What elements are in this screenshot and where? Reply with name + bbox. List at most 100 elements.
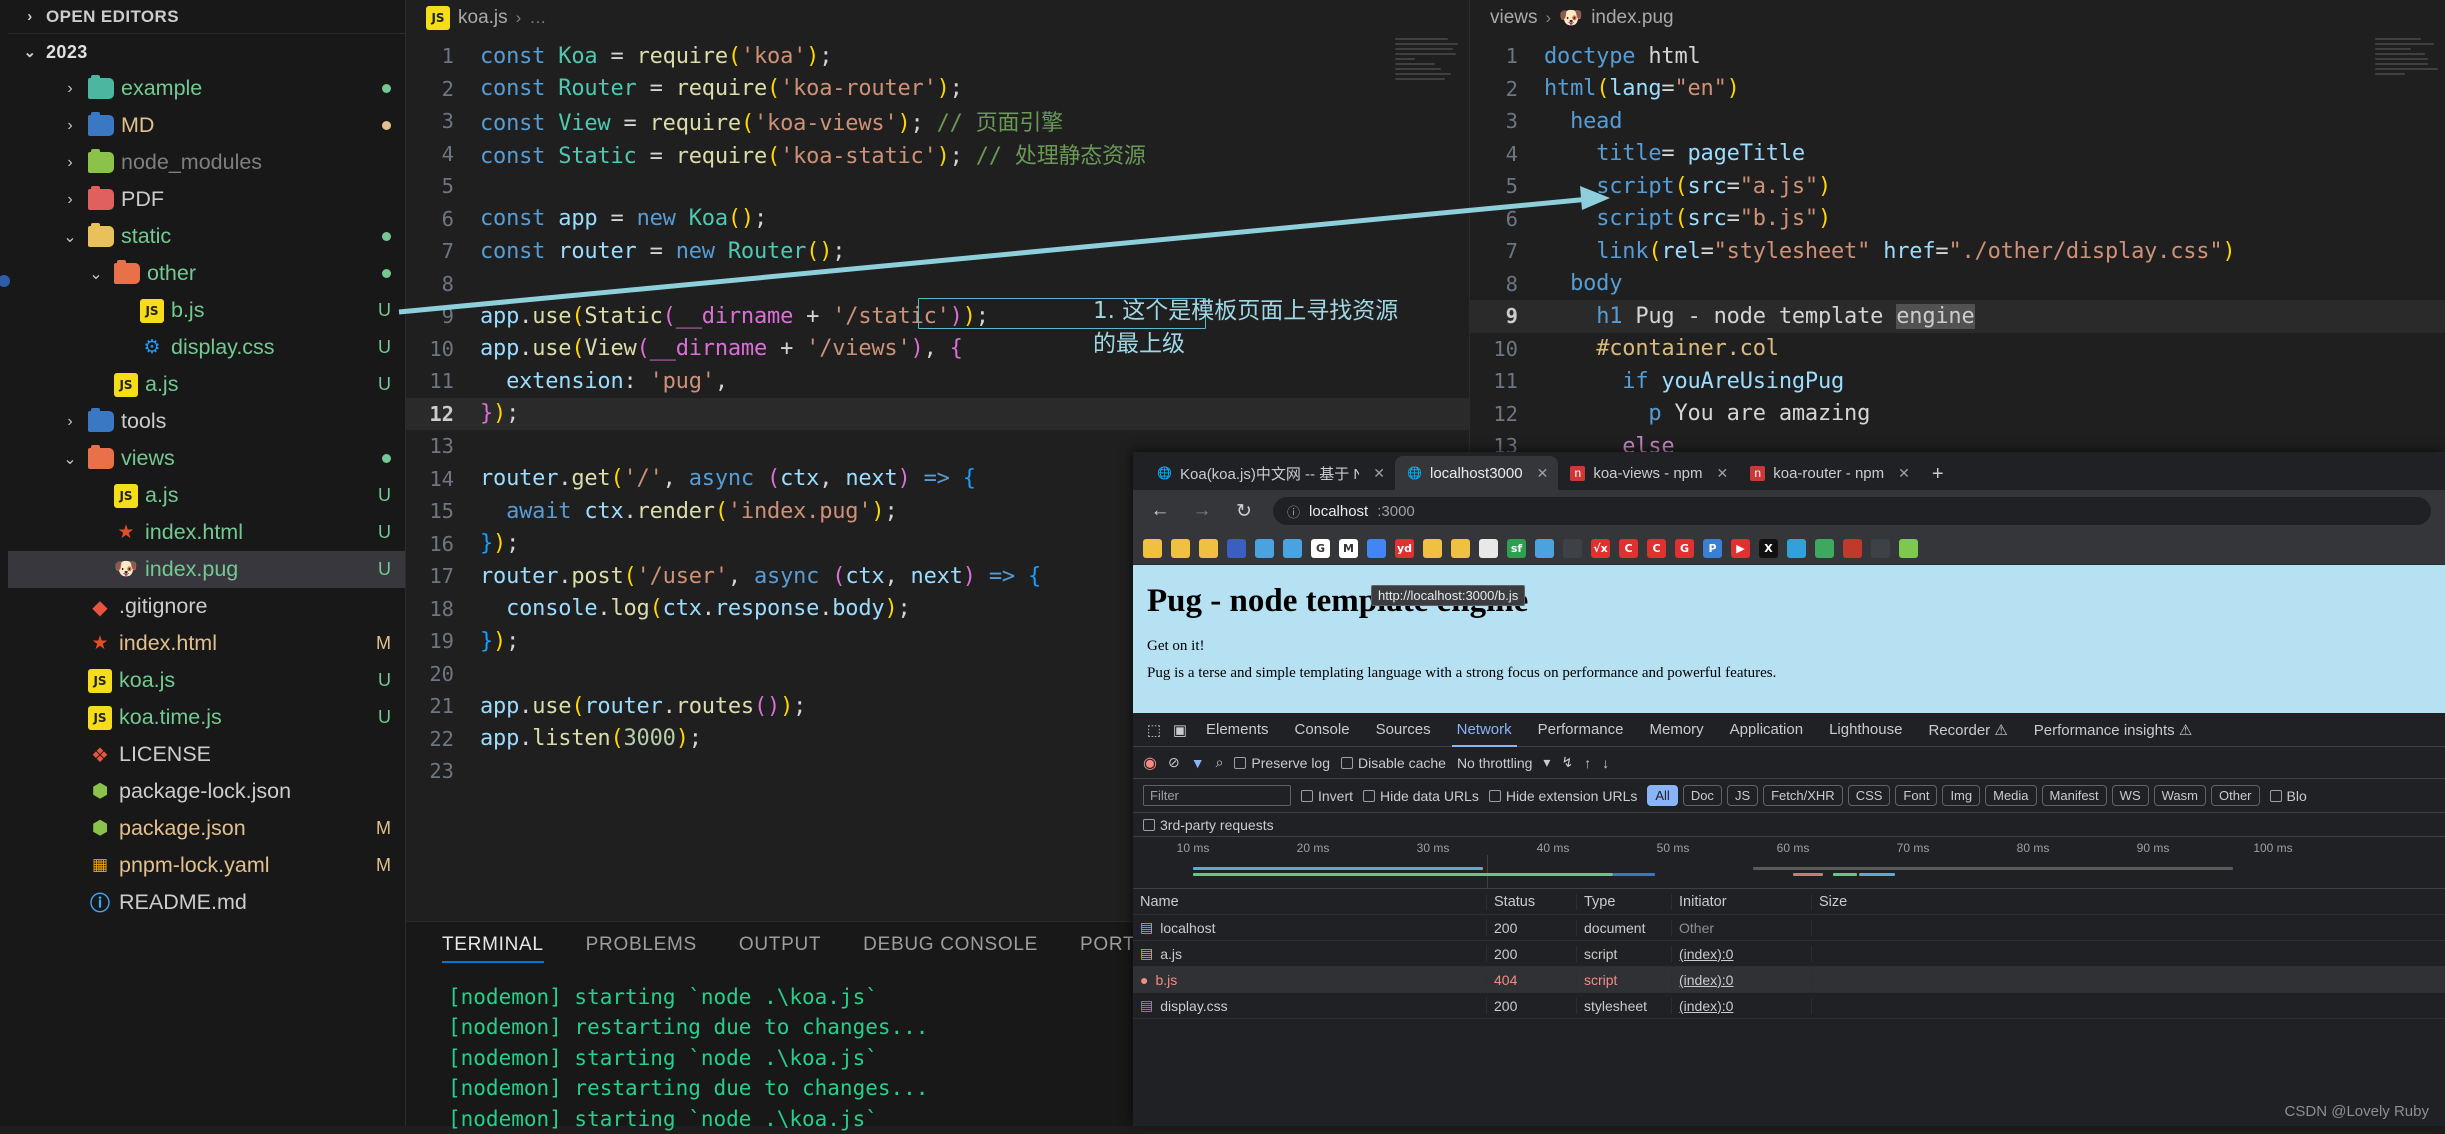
- bookmark-11-icon[interactable]: [1479, 538, 1498, 558]
- resource-type-chip-ws[interactable]: WS: [2111, 785, 2149, 806]
- breadcrumb-file-label[interactable]: index.pug: [1591, 7, 1673, 29]
- workspace-root-header[interactable]: ⌄ 2023: [8, 34, 405, 70]
- minimap-koa-js[interactable]: [1395, 38, 1461, 188]
- column-header-name[interactable]: Name: [1133, 893, 1487, 910]
- bookmark-gmail-icon[interactable]: M: [1339, 538, 1358, 558]
- breadcrumb-ellipsis[interactable]: …: [529, 8, 546, 28]
- network-filter-bar[interactable]: Filter Invert Hide data URLs Hide extens…: [1133, 779, 2445, 813]
- devtools-tab-memory[interactable]: Memory: [1637, 713, 1717, 747]
- resource-type-chip-manifest[interactable]: Manifest: [2041, 785, 2107, 806]
- breadcrumb-folder-label[interactable]: views: [1490, 7, 1538, 29]
- tree-file-index-pug[interactable]: 🐶 index.pug U: [8, 551, 405, 588]
- chevron-right-icon[interactable]: ›: [59, 154, 81, 172]
- page-viewport[interactable]: Pug - node template engine Get on it! Pu…: [1133, 565, 2445, 713]
- bookmark-c1-icon[interactable]: C: [1619, 538, 1638, 558]
- chevron-down-icon[interactable]: ⌄: [59, 227, 81, 247]
- browser-tab-2[interactable]: 🌐 localhost3000 ✕: [1395, 456, 1559, 490]
- resource-type-chip-media[interactable]: Media: [1985, 785, 2037, 806]
- code-text[interactable]: html(lang="en"): [1544, 76, 1740, 101]
- table-row[interactable]: ● b.js 404 script (index):0: [1133, 967, 2445, 993]
- column-header-size[interactable]: Size: [1812, 894, 2445, 910]
- chevron-right-icon[interactable]: ›: [59, 80, 81, 98]
- bookmark-10-icon[interactable]: [1451, 538, 1470, 558]
- code-text[interactable]: console.log(ctx.response.body);: [480, 596, 911, 621]
- code-text[interactable]: });: [480, 531, 519, 556]
- code-line[interactable]: 1 doctype html: [1470, 40, 2445, 73]
- tree-folder-static[interactable]: ⌄ static: [8, 218, 405, 255]
- cell-initiator[interactable]: (index):0: [1672, 971, 1812, 988]
- resource-type-chip-fetchxhr[interactable]: Fetch/XHR: [1763, 785, 1843, 806]
- bookmark-14-icon[interactable]: [1563, 538, 1582, 558]
- network-conditions-icon[interactable]: ↯: [1561, 754, 1573, 771]
- code-line[interactable]: 3 head: [1470, 105, 2445, 138]
- bookmark-yd-icon[interactable]: yd: [1395, 538, 1414, 558]
- cell-initiator[interactable]: (index):0: [1672, 945, 1812, 962]
- code-line[interactable]: 5: [406, 170, 1469, 203]
- code-line[interactable]: 9 h1 Pug - node template engine: [1470, 300, 2445, 333]
- code-text[interactable]: });: [480, 629, 519, 654]
- code-text[interactable]: app.use(View(__dirname + '/views'), {: [480, 336, 963, 361]
- preserve-log-checkbox[interactable]: Preserve log: [1234, 755, 1330, 771]
- bookmark-15-icon[interactable]: √x: [1591, 538, 1610, 558]
- resource-type-chip-font[interactable]: Font: [1895, 785, 1938, 806]
- code-line[interactable]: 9 app.use(Static(__dirname + '/static'));: [406, 300, 1469, 333]
- open-editors-section-header[interactable]: › OPEN EDITORS: [8, 0, 405, 34]
- chevron-right-icon[interactable]: ›: [59, 117, 81, 135]
- bookmark-6-icon[interactable]: [1283, 538, 1302, 558]
- tree-file-koa-js[interactable]: JS koa.js U: [8, 662, 405, 699]
- code-text[interactable]: const Koa = require('koa');: [480, 44, 832, 69]
- resource-type-chip-other[interactable]: Other: [2210, 785, 2260, 806]
- file-tree[interactable]: › example › MD › node_modules › PDF ⌄ static ⌄ othe…: [8, 70, 405, 921]
- cell-initiator[interactable]: (index):0: [1672, 997, 1812, 1014]
- code-line[interactable]: 12 p You are amazing: [1470, 398, 2445, 431]
- chevron-down-icon[interactable]: ⌄: [85, 264, 107, 284]
- code-line[interactable]: 2 html(lang="en"): [1470, 73, 2445, 106]
- code-text[interactable]: });: [480, 401, 519, 426]
- close-icon[interactable]: ✕: [1373, 465, 1385, 482]
- tree-folder-tools[interactable]: › tools: [8, 403, 405, 440]
- table-row[interactable]: ▤ a.js 200 script (index):0: [1133, 941, 2445, 967]
- code-text[interactable]: const Router = require('koa-router');: [480, 76, 963, 101]
- code-line[interactable]: 7 const router = new Router();: [406, 235, 1469, 268]
- tree-file--gitignore[interactable]: ◆ .gitignore: [8, 588, 405, 625]
- filter-toggle-icon[interactable]: ▼: [1191, 755, 1205, 771]
- code-text[interactable]: body: [1544, 271, 1622, 296]
- devtools-tab-recorder[interactable]: Recorder ⚠: [1915, 713, 2020, 747]
- bookmark-9-icon[interactable]: [1423, 538, 1442, 558]
- tree-file-koa-time-js[interactable]: JS koa.time.js U: [8, 699, 405, 736]
- code-line[interactable]: 12});: [406, 397, 1469, 430]
- reload-button[interactable]: ↻: [1231, 500, 1257, 523]
- tree-file-pnpm-lock-yaml[interactable]: ▦ pnpm-lock.yaml M: [8, 847, 405, 884]
- forward-button[interactable]: →: [1189, 500, 1215, 522]
- export-har-icon[interactable]: ↓: [1602, 755, 1609, 771]
- activity-bar[interactable]: [0, 0, 10, 1126]
- back-button[interactable]: ←: [1147, 500, 1173, 522]
- devtools-tab-sources[interactable]: Sources: [1363, 713, 1444, 747]
- column-header-type[interactable]: Type: [1577, 893, 1672, 910]
- tree-folder-example[interactable]: › example: [8, 70, 405, 107]
- explorer-sidebar[interactable]: › OPEN EDITORS ⌄ 2023 › example › MD › node_m…: [8, 0, 406, 1126]
- bookmark-3-icon[interactable]: [1199, 538, 1218, 558]
- code-line[interactable]: 8: [406, 268, 1469, 301]
- third-party-requests-checkbox[interactable]: 3rd-party requests: [1133, 813, 2445, 837]
- bookmark-tg-icon[interactable]: [1787, 538, 1806, 558]
- code-text[interactable]: link(rel="stylesheet" href="./other/disp…: [1544, 239, 2235, 264]
- code-line[interactable]: 8 body: [1470, 268, 2445, 301]
- devtools-tab-performance[interactable]: Performance: [1525, 713, 1637, 747]
- bookmark-g-icon[interactable]: G: [1675, 538, 1694, 558]
- code-text[interactable]: app.listen(3000);: [480, 726, 702, 751]
- resource-type-chip-wasm[interactable]: Wasm: [2153, 785, 2206, 806]
- bookmark-sf-icon[interactable]: sf: [1507, 538, 1526, 558]
- devtools-tab-lighthouse[interactable]: Lighthouse: [1816, 713, 1915, 747]
- chevron-down-icon[interactable]: ⌄: [59, 449, 81, 469]
- code-line[interactable]: 3 const View = require('koa-views'); // 页…: [406, 105, 1469, 138]
- code-line[interactable]: 5 script(src="a.js"): [1470, 170, 2445, 203]
- code-line[interactable]: 10 #container.col: [1470, 333, 2445, 366]
- search-icon[interactable]: ⌕: [1216, 754, 1224, 771]
- code-text[interactable]: const Static = require('koa-static'); //…: [480, 138, 1146, 170]
- minimap-index-pug[interactable]: [2375, 38, 2441, 188]
- tree-file-a-js[interactable]: JS a.js U: [8, 366, 405, 403]
- devtools-tab-console[interactable]: Console: [1282, 713, 1363, 747]
- code-text[interactable]: script(src="b.js"): [1544, 206, 1831, 231]
- chevron-right-icon[interactable]: ›: [59, 413, 81, 431]
